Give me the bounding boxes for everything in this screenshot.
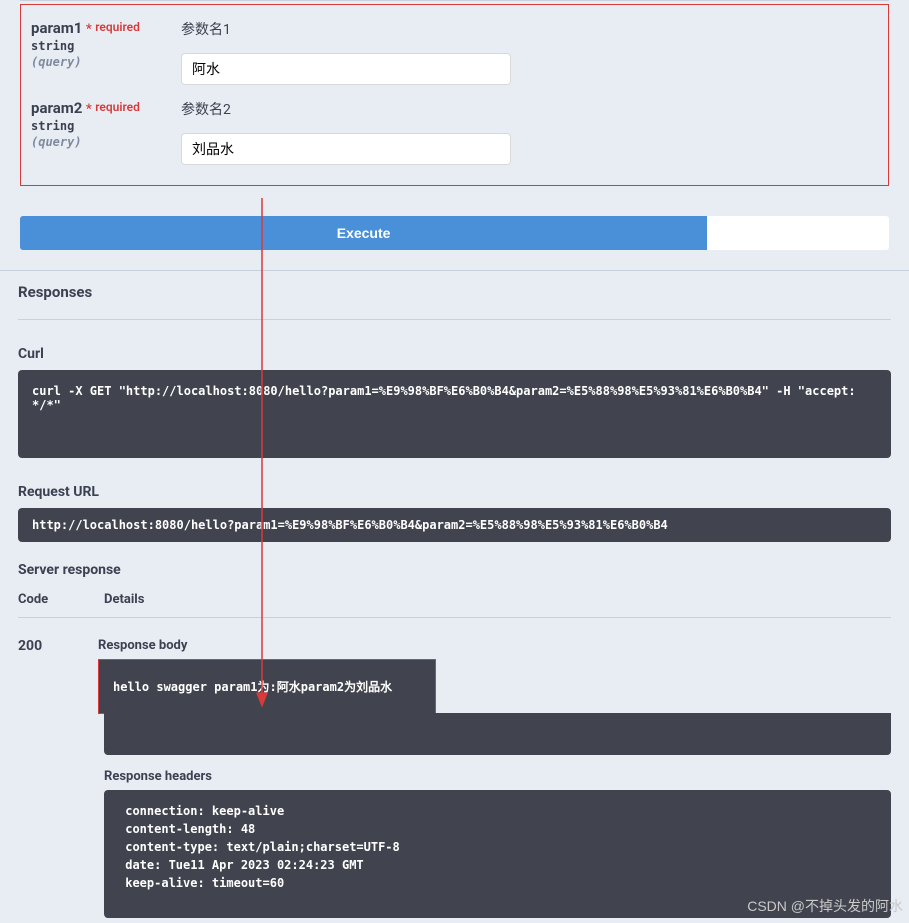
param-in: (query) [31, 135, 181, 149]
request-url-label: Request URL [18, 484, 891, 500]
parameter-row-param1: param1 * required string (query) 参数名1 [31, 5, 878, 85]
param-type: string [31, 39, 181, 53]
response-columns-header: Code Details [18, 592, 891, 618]
response-body-label: Response body [98, 638, 891, 653]
parameter-body: 参数名1 [181, 19, 878, 85]
required-label: required [95, 20, 140, 34]
code-column-header: Code [18, 592, 104, 607]
required-label: required [95, 100, 140, 114]
parameters-container: param1 * required string (query) 参数名1 pa… [20, 4, 889, 186]
required-star: * [86, 22, 92, 37]
required-star: * [86, 102, 92, 117]
responses-content: Curl curl -X GET "http://localhost:8080/… [0, 346, 909, 918]
response-details: Response body hello swagger param1为:阿水pa… [104, 638, 891, 918]
swagger-panel: param1 * required string (query) 参数名1 pa… [0, 0, 909, 918]
parameter-row-param2: param2 * required string (query) 参数名2 [31, 85, 878, 165]
response-body-tail [104, 713, 891, 755]
curl-command-block: curl -X GET "http://localhost:8080/hello… [18, 370, 891, 458]
param-name: param2 [31, 99, 82, 117]
watermark: CSDN @不掉头发的阿水 [747, 896, 903, 916]
parameter-body: 参数名2 [181, 99, 878, 165]
response-headers-label: Response headers [104, 769, 891, 784]
responses-header-section: Responses [0, 270, 909, 320]
server-response-label: Server response [18, 562, 891, 578]
execute-row: Execute [20, 216, 889, 250]
clear-button[interactable] [707, 216, 889, 250]
param-type: string [31, 119, 181, 133]
parameter-meta: param1 * required string (query) [31, 19, 181, 85]
divider [20, 0, 889, 1]
request-url-block: http://localhost:8080/hello?param1=%E9%9… [18, 508, 891, 542]
response-body-block: hello swagger param1为:阿水param2为刘品水 [99, 660, 435, 713]
curl-label: Curl [18, 346, 891, 362]
response-row: 200 Response body hello swagger param1为:… [18, 638, 891, 918]
response-body-highlight: hello swagger param1为:阿水param2为刘品水 [98, 659, 436, 714]
param1-input[interactable] [181, 53, 511, 85]
param-in: (query) [31, 55, 181, 69]
param2-input[interactable] [181, 133, 511, 165]
param-description: 参数名1 [181, 19, 878, 39]
param-description: 参数名2 [181, 99, 878, 119]
parameter-meta: param2 * required string (query) [31, 99, 181, 165]
param-name: param1 [31, 19, 82, 37]
responses-title: Responses [18, 283, 891, 301]
response-code: 200 [18, 638, 104, 918]
execute-button[interactable]: Execute [20, 216, 707, 250]
details-column-header: Details [104, 592, 891, 607]
